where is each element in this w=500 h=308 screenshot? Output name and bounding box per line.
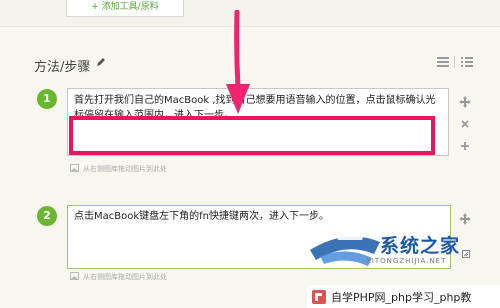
detail-list-view-icon[interactable] [461, 57, 473, 67]
footer-text: 自学PHP网_php学习_php教 [331, 291, 472, 304]
image-icon [70, 164, 79, 172]
section-title: 方法/步骤 [34, 60, 91, 75]
watermark-subtitle: XITONGZHIJIA.NET [366, 257, 447, 265]
add-icon[interactable] [459, 140, 471, 152]
image-icon [70, 272, 79, 280]
image-drop-hint: 从右侧图库拖动图片到此处 [83, 165, 167, 173]
highlight-box [69, 116, 435, 155]
close-icon[interactable] [459, 118, 471, 130]
watermark-title: 系统之家 [380, 235, 461, 257]
image-drop-hint: 从右侧图库拖动图片到此处 [83, 273, 167, 281]
list-view-icon[interactable] [437, 57, 449, 67]
add-tool-button[interactable]: + 添加工具/原料 [66, 0, 184, 17]
pointer-arrow [226, 10, 250, 114]
step-number-2: 2 [37, 206, 57, 226]
step-number-1: 1 [37, 89, 57, 109]
php-logo-icon [312, 290, 326, 304]
move-icon[interactable] [459, 96, 471, 108]
view-divider [454, 56, 455, 68]
pencil-icon[interactable] [96, 57, 106, 67]
